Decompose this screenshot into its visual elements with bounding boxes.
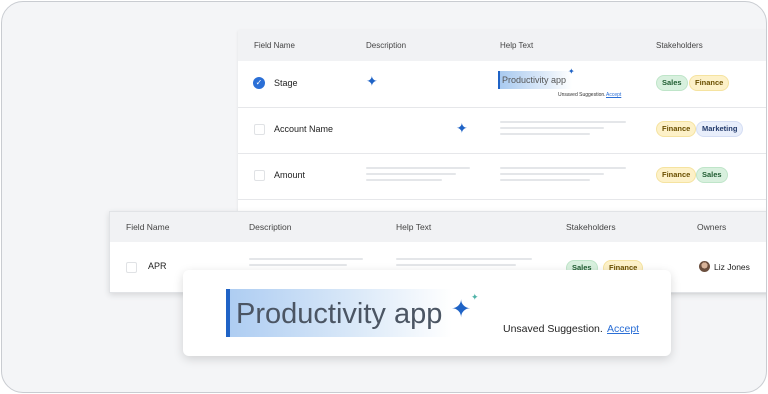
owner-name: Liz Jones xyxy=(714,262,750,272)
header-description: Description xyxy=(249,222,292,232)
sparkle-icon[interactable]: ✦ xyxy=(456,120,468,137)
header-field-name: Field Name xyxy=(254,41,295,50)
header-description: Description xyxy=(366,41,407,50)
header-stakeholders: Stakeholders xyxy=(566,222,616,232)
placeholder-line xyxy=(500,127,604,129)
row-checkbox[interactable] xyxy=(126,262,137,273)
field-name-stage: Stage xyxy=(274,78,298,88)
placeholder-line xyxy=(249,264,347,266)
placeholder-line xyxy=(396,264,516,266)
placeholder-line xyxy=(366,179,442,181)
placeholder-line xyxy=(366,173,456,175)
sparkle-small-icon: ✦ xyxy=(471,292,479,302)
accept-link[interactable]: Accept xyxy=(607,323,639,335)
row-checkbox[interactable] xyxy=(254,124,265,135)
header-field-name: Field Name xyxy=(126,222,170,232)
suggestion-value: Productivity app xyxy=(236,298,443,330)
mid-table-header: Field Name Description Help Text Stakeho… xyxy=(110,212,766,242)
header-stakeholders: Stakeholders xyxy=(656,41,703,50)
placeholder-line xyxy=(500,121,626,123)
unsaved-suggestion-label: Unsaved Suggestion. xyxy=(558,92,606,98)
placeholder-line xyxy=(500,167,626,169)
placeholder-line xyxy=(396,258,532,260)
header-help-text: Help Text xyxy=(396,222,432,232)
suggestion-card: Productivity app ✦ ✦ Unsaved Suggestion.… xyxy=(183,270,671,356)
tag-finance: Finance xyxy=(656,167,697,183)
sparkle-icon: ✦ xyxy=(568,67,575,76)
placeholder-line xyxy=(500,173,604,175)
tag-sales: Sales xyxy=(656,75,688,91)
placeholder-line xyxy=(500,179,590,181)
table-row-account-name[interactable]: Account Name ✦ Finance Marketing xyxy=(238,107,766,154)
tag-marketing: Marketing xyxy=(696,121,744,137)
placeholder-line xyxy=(366,167,470,169)
help-text-value: Productivity app xyxy=(502,75,567,85)
field-name-amount: Amount xyxy=(274,170,306,180)
avatar xyxy=(699,261,710,272)
table-row-stage[interactable]: ✓ Stage ✦ Productivity app ✦ Unsaved Sug… xyxy=(238,61,766,108)
suggestion-field[interactable]: Productivity app xyxy=(226,289,452,337)
placeholder-line xyxy=(500,133,590,135)
header-owners: Owners xyxy=(697,222,727,232)
sparkle-icon: ✦ xyxy=(451,296,472,323)
back-table-header: Field Name Description Help Text Stakeho… xyxy=(238,30,766,61)
header-help-text: Help Text xyxy=(500,41,534,50)
tag-sales: Sales xyxy=(696,167,728,183)
check-circle-icon[interactable]: ✓ xyxy=(253,77,265,89)
unsaved-suggestion-label: Unsaved Suggestion. xyxy=(503,323,603,335)
accept-link[interactable]: Accept xyxy=(606,92,621,98)
field-name-apr: APR xyxy=(148,261,167,271)
placeholder-line xyxy=(249,258,363,260)
tag-finance: Finance xyxy=(656,121,697,137)
field-name-account-name: Account Name xyxy=(274,124,334,134)
tag-finance: Finance xyxy=(689,75,730,91)
row-checkbox[interactable] xyxy=(254,170,265,181)
help-text-field[interactable]: Productivity app xyxy=(498,71,572,89)
frame: Field Name Description Help Text Stakeho… xyxy=(1,1,767,393)
sparkle-icon[interactable]: ✦ xyxy=(366,73,378,90)
table-row-amount[interactable]: Amount Finance Sales xyxy=(238,153,766,200)
